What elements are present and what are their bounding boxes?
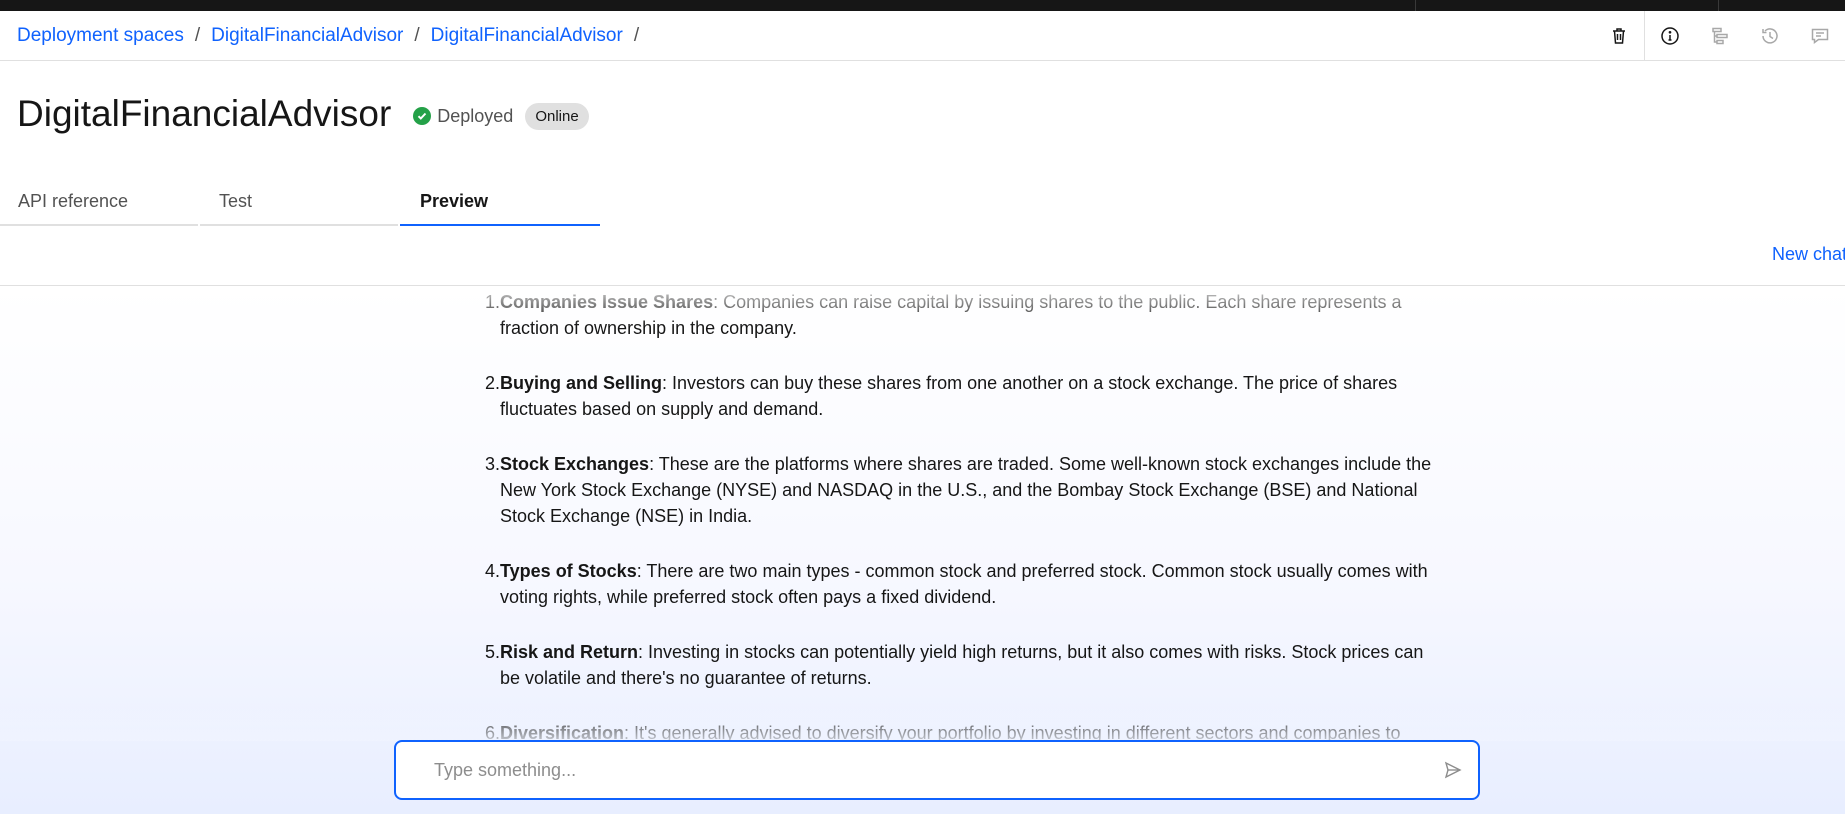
list-number: 3. (484, 454, 500, 474)
list-number: 2. (484, 373, 500, 393)
list-item-text: : There are two main types - common stoc… (500, 561, 1428, 607)
list-item-body: Companies Issue Shares: Companies can ra… (500, 289, 1440, 341)
info-button[interactable] (1645, 11, 1695, 61)
list-item: 1. Companies Issue Shares: Companies can… (480, 289, 1440, 341)
new-chat-button[interactable]: New chat (1772, 244, 1845, 265)
breadcrumb-deployment-spaces[interactable]: Deployment spaces (17, 25, 184, 47)
chat-icon (1811, 28, 1829, 44)
list-item-body: Types of Stocks: There are two main type… (500, 558, 1440, 610)
list-item-body: Risk and Return: Investing in stocks can… (500, 639, 1440, 691)
status-badge: Online (525, 102, 589, 130)
header-actions (1594, 11, 1845, 61)
list-item-title: Buying and Selling (500, 373, 663, 393)
breadcrumb-space[interactable]: DigitalFinancialAdvisor (211, 25, 403, 47)
breadcrumb-separator: / (414, 25, 420, 46)
list-item: 4. Types of Stocks: There are two main t… (480, 558, 1440, 610)
list-number: 5. (484, 642, 500, 662)
list-item: 3. Stock Exchanges: These are the platfo… (480, 451, 1440, 529)
tab-api-reference[interactable]: API reference (0, 185, 198, 226)
send-icon (1444, 761, 1462, 779)
list-item-body: Stock Exchanges: These are the platforms… (500, 451, 1440, 529)
status-text: Deployed (437, 105, 514, 126)
list-number: 4. (484, 561, 500, 581)
chat-area: 1. Companies Issue Shares: Companies can… (0, 285, 1845, 814)
page-title: DigitalFinancialAdvisor (17, 93, 392, 134)
list-item-text: : Investing in stocks can potentially yi… (500, 642, 1424, 688)
history-icon (1762, 28, 1778, 44)
chat-input-box (394, 740, 1480, 800)
list-item: 2. Buying and Selling: Investors can buy… (480, 370, 1440, 422)
breadcrumb-deployment[interactable]: DigitalFinancialAdvisor (431, 25, 623, 47)
chat-input[interactable] (396, 742, 1428, 798)
top-bar-divider (1718, 0, 1719, 11)
delete-button[interactable] (1594, 11, 1644, 61)
list-item-body: Buying and Selling: Investors can buy th… (500, 370, 1440, 422)
list-item: 6. Diversification: It's generally advis… (480, 720, 1440, 741)
tab-bar: API reference Test Preview (0, 185, 602, 226)
breadcrumb-separator: / (633, 25, 640, 46)
structure-button[interactable] (1695, 11, 1745, 61)
top-bar-divider (1415, 0, 1416, 11)
page-header: DigitalFinancialAdvisor Deployed Online (17, 92, 589, 136)
list-item-title: Companies Issue Shares (500, 292, 714, 312)
list-item: 5. Risk and Return: Investing in stocks … (480, 639, 1440, 691)
list-number: 6. (484, 723, 500, 741)
list-item-title: Types of Stocks (500, 561, 637, 581)
tab-preview[interactable]: Preview (400, 185, 600, 226)
top-bar (0, 0, 1845, 11)
list-item-title: Stock Exchanges (500, 454, 650, 474)
breadcrumb: Deployment spaces / DigitalFinancialAdvi… (17, 25, 650, 47)
tab-test[interactable]: Test (200, 185, 398, 226)
deployment-status: Deployed (413, 106, 513, 127)
header: Deployment spaces / DigitalFinancialAdvi… (0, 11, 1845, 61)
info-icon (1661, 27, 1679, 45)
send-button[interactable] (1428, 742, 1478, 798)
chat-button[interactable] (1795, 11, 1845, 61)
list-item-title: Diversification (500, 723, 625, 741)
list-number: 1. (484, 292, 500, 312)
list-item-body: Diversification: It's generally advised … (500, 720, 1440, 741)
message-list[interactable]: 1. Companies Issue Shares: Companies can… (0, 286, 1845, 741)
response-list: 1. Companies Issue Shares: Companies can… (480, 289, 1440, 741)
tree-structure-icon (1712, 27, 1728, 45)
history-button[interactable] (1745, 11, 1795, 61)
trash-icon (1613, 28, 1625, 44)
list-item-text: : It's generally advised to diversify yo… (624, 723, 1401, 741)
checkmark-icon (413, 107, 432, 125)
list-item-title: Risk and Return (500, 642, 639, 662)
breadcrumb-separator: / (194, 25, 201, 46)
